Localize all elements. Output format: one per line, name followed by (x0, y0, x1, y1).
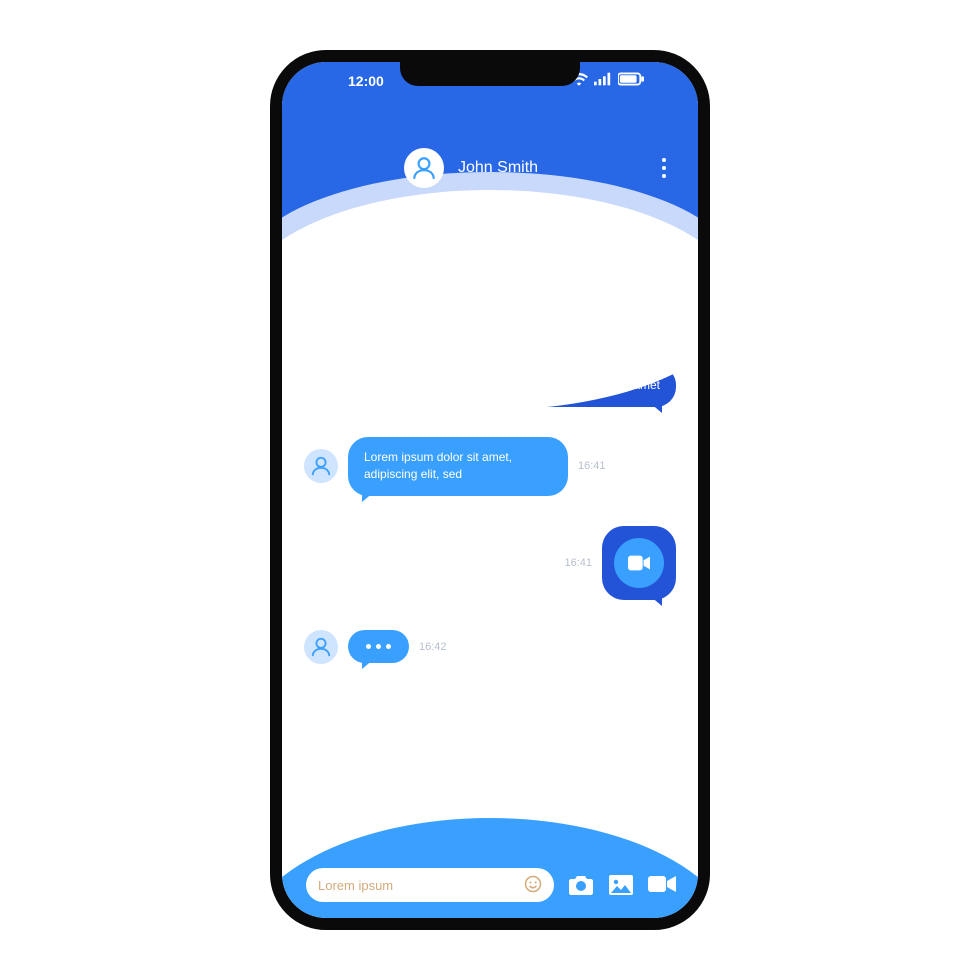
message-row: 16:41 (304, 526, 676, 600)
message-text: Lorem ipsum dolor sit amet, adipiscing e… (364, 450, 512, 481)
message-time: 16:41 (564, 557, 592, 569)
input-placeholder: Lorem ipsum (318, 878, 516, 893)
incoming-bubble[interactable]: Lorem ipsum dolor sit amet, adipiscing e… (348, 437, 568, 496)
sender-avatar[interactable] (304, 630, 338, 664)
message-row: Lorem ipsum dolor sit amet, adipiscing e… (304, 437, 676, 496)
image-icon[interactable] (608, 874, 634, 896)
message-time: 16:41 (578, 460, 606, 472)
status-time: 12:00 (348, 73, 384, 89)
phone-frame: 12:00 John Smith (270, 50, 710, 930)
message-time: 16:42 (419, 641, 447, 653)
contact-avatar[interactable] (404, 148, 444, 188)
typing-bubble (348, 630, 409, 663)
contact-name: John Smith (458, 159, 538, 177)
signal-icon (594, 72, 612, 89)
sender-avatar[interactable] (304, 449, 338, 483)
composer-footer: Lorem ipsum (282, 818, 698, 918)
video-play-icon[interactable] (614, 538, 664, 588)
more-options-icon[interactable] (662, 158, 666, 178)
header-curve (270, 190, 710, 410)
battery-icon (618, 72, 644, 89)
emoji-icon[interactable] (524, 875, 542, 896)
typing-indicator-icon (366, 644, 391, 649)
message-input[interactable]: Lorem ipsum (306, 868, 554, 902)
contact-row: John Smith (282, 148, 698, 188)
video-icon[interactable] (648, 874, 674, 896)
camera-icon[interactable] (568, 874, 594, 896)
phone-notch (400, 62, 580, 86)
message-row: 16:42 (304, 630, 676, 664)
chat-header: 12:00 John Smith (282, 62, 698, 262)
outgoing-video-bubble[interactable] (602, 526, 676, 600)
